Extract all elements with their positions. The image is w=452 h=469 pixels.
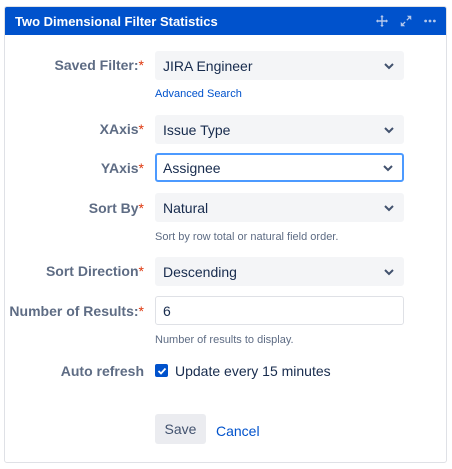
auto-refresh-checkbox-label[interactable]: Update every 15 minutes [175,363,331,379]
required-marker: * [138,160,144,176]
sort-direction-select[interactable]: Descending [155,257,404,286]
saved-filter-label: Saved Filter:* [55,57,144,73]
chevron-down-icon [383,124,395,136]
saved-filter-label-text: Saved Filter: [54,57,139,73]
sort-by-hint: Sort by row total or natural field order… [155,231,339,243]
required-marker: * [138,121,144,137]
sort-by-select[interactable]: Natural [155,193,404,222]
cancel-link[interactable]: Cancel [216,423,260,439]
gadget-title: Two Dimensional Filter Statistics [15,13,218,29]
more-icon[interactable] [422,13,438,29]
xaxis-label-text: XAxis [99,121,139,137]
chevron-down-icon [383,60,395,72]
chevron-down-icon [382,162,394,174]
yaxis-label: YAxis* [101,160,144,176]
xaxis-select[interactable]: Issue Type [155,115,404,144]
required-marker: * [138,57,144,73]
yaxis-value: Assignee [163,159,221,176]
sort-direction-label: Sort Direction* [46,263,144,279]
gadget-panel: Two Dimensional Filter Statistics Saved … [4,6,447,463]
gadget-header: Two Dimensional Filter Statistics [5,7,446,35]
sort-by-value: Natural [163,199,209,216]
number-of-results-value: 6 [163,302,171,319]
xaxis-label: XAxis* [100,121,144,137]
move-icon[interactable] [374,13,390,29]
saved-filter-select[interactable]: JIRA Engineer [155,51,404,80]
auto-refresh-checkbox[interactable] [155,364,168,377]
sort-direction-value: Descending [163,263,237,280]
required-marker: * [138,200,144,216]
save-button[interactable]: Save [155,414,206,444]
saved-filter-value: JIRA Engineer [163,57,253,74]
number-of-results-label: Number of Results:* [9,303,144,319]
number-of-results-hint: Number of results to display. [155,334,294,346]
expand-icon[interactable] [398,13,414,29]
yaxis-label-text: YAxis [100,160,139,176]
sort-by-label-text: Sort By [88,200,139,216]
header-icons [374,13,438,29]
required-marker: * [138,303,144,319]
xaxis-value: Issue Type [163,121,231,138]
sort-by-label: Sort By* [89,200,144,216]
required-marker: * [138,263,144,279]
sort-direction-label-text: Sort Direction [45,263,139,279]
number-of-results-label-text: Number of Results: [9,303,139,319]
advanced-search-link[interactable]: Advanced Search [155,88,242,100]
auto-refresh-label: Auto refresh [60,363,144,379]
yaxis-select[interactable]: Assignee [155,153,404,182]
number-of-results-input[interactable]: 6 [155,296,404,325]
chevron-down-icon [383,266,395,278]
chevron-down-icon [383,202,395,214]
